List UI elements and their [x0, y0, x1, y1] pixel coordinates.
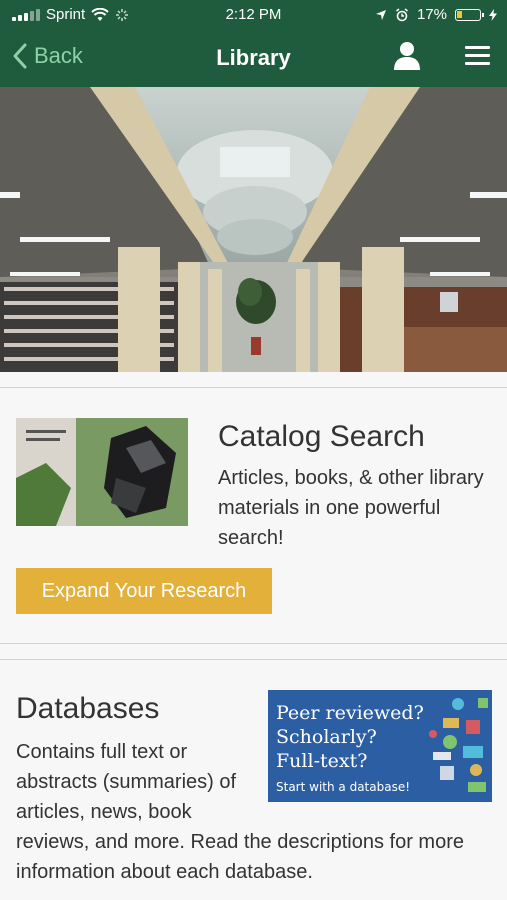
location-arrow-icon: [375, 9, 386, 20]
databases-title[interactable]: Databases: [16, 692, 159, 726]
nav-bar: Back Library: [0, 30, 507, 87]
divider-top: [0, 387, 507, 388]
library-interior-photo: [0, 87, 507, 372]
catalog-thumbnail-image[interactable]: [16, 418, 188, 526]
divider-middle-bottom: [0, 659, 507, 660]
status-bar: Sprint 2:12 PM 17%: [0, 0, 507, 30]
user-icon[interactable]: [393, 40, 421, 70]
top-bar: Sprint 2:12 PM 17% Back Library: [0, 0, 507, 87]
banner-line-1: Peer reviewed?: [276, 702, 424, 724]
databases-description: Contains full text or abstracts (summari…: [16, 737, 486, 887]
battery-icon: [455, 8, 484, 21]
alarm-icon: [395, 7, 408, 21]
catalog-search-title[interactable]: Catalog Search: [218, 420, 425, 454]
charging-bolt-icon: [489, 8, 497, 21]
catalog-search-description: Articles, books, & other library materia…: [218, 467, 484, 549]
menu-icon[interactable]: [465, 46, 490, 66]
status-right: 17%: [375, 6, 497, 23]
expand-research-button[interactable]: Expand Your Research: [16, 568, 272, 614]
battery-percent: 17%: [416, 6, 447, 23]
page-title: Library: [216, 45, 291, 70]
divider-middle-top: [0, 643, 507, 644]
